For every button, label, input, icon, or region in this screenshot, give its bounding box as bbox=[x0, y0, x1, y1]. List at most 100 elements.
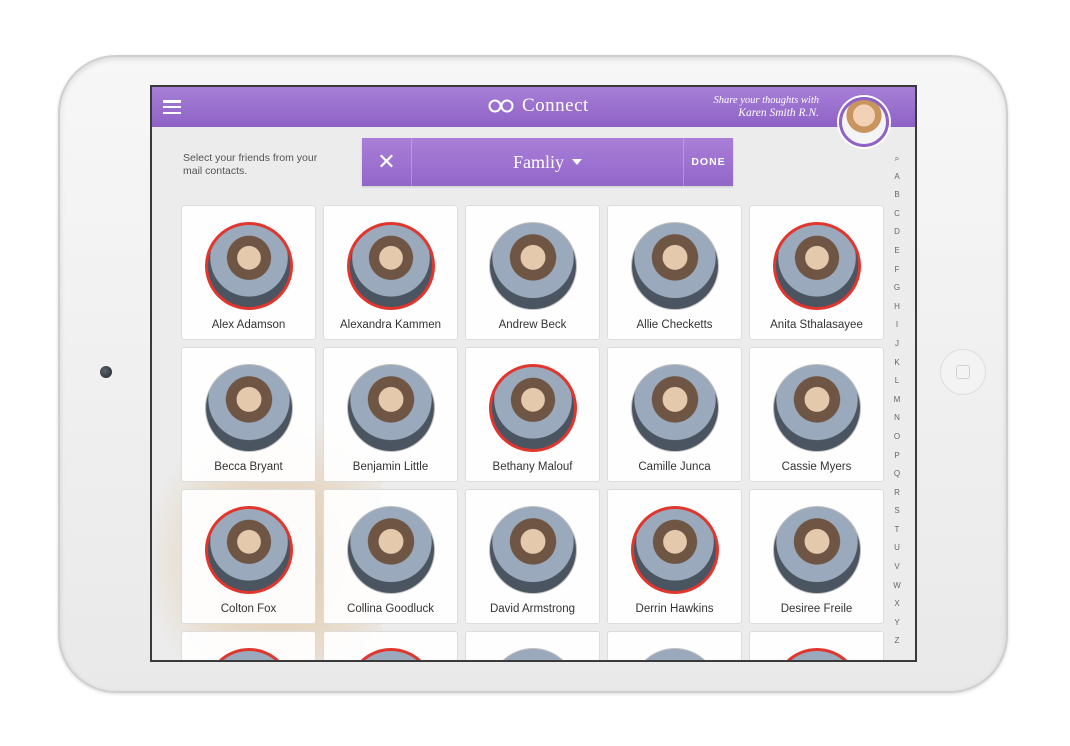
alpha-index-letter[interactable]: A bbox=[894, 168, 899, 187]
contact-card[interactable]: Alexandra Kammen bbox=[323, 205, 458, 340]
alpha-index-letter[interactable]: J bbox=[895, 335, 899, 354]
chevron-down-icon bbox=[572, 159, 582, 165]
contact-card[interactable]: Desiree Freile bbox=[749, 489, 884, 624]
contact-name: Cassie Myers bbox=[781, 461, 852, 473]
alpha-index-letter[interactable]: C bbox=[894, 205, 900, 224]
contact-name: Benjamin Little bbox=[352, 461, 429, 473]
contact-card[interactable]: Andrew Beck bbox=[465, 205, 600, 340]
alphabet-index: ⌕ ABCDEFGHIJKLMNOPQRSTUVWXYZ bbox=[891, 149, 903, 651]
contact-card[interactable]: Collina Goodluck bbox=[323, 489, 458, 624]
contact-photo bbox=[346, 506, 435, 594]
contact-card[interactable] bbox=[181, 631, 316, 660]
alpha-index-letter[interactable]: K bbox=[894, 354, 899, 373]
hamburger-icon bbox=[163, 100, 181, 114]
contact-photo bbox=[772, 648, 861, 660]
contact-name: Alexandra Kammen bbox=[340, 319, 441, 331]
contact-photo bbox=[630, 506, 719, 594]
share-thoughts-text[interactable]: Share your thoughts with Karen Smith R.N… bbox=[714, 94, 820, 120]
search-icon[interactable]: ⌕ bbox=[894, 149, 899, 168]
alpha-index-letter[interactable]: T bbox=[895, 521, 900, 540]
contact-card[interactable]: Benjamin Little bbox=[323, 347, 458, 482]
contact-photo bbox=[772, 222, 861, 310]
alpha-index-letter[interactable]: W bbox=[893, 577, 901, 596]
alpha-index-letter[interactable]: N bbox=[894, 409, 900, 428]
alpha-index-letter[interactable]: G bbox=[894, 279, 900, 298]
contact-photo bbox=[346, 364, 435, 452]
contact-card[interactable]: Camille Junca bbox=[607, 347, 742, 482]
contact-card[interactable]: Colton Fox bbox=[181, 489, 316, 624]
instructions-text: Select your friends from your mail conta… bbox=[183, 152, 318, 177]
alpha-index-letter[interactable]: B bbox=[894, 186, 899, 205]
contact-name: Desiree Freile bbox=[780, 603, 853, 615]
contact-photo bbox=[204, 364, 293, 452]
contacts-grid: Alex Adamson Alexandra Kammen Andrew Beck A… bbox=[181, 205, 884, 660]
alpha-index-letter[interactable]: F bbox=[895, 261, 900, 280]
home-button[interactable] bbox=[940, 349, 986, 395]
close-button[interactable]: ✕ bbox=[362, 138, 412, 186]
contact-photo bbox=[488, 364, 577, 452]
nurse-avatar[interactable] bbox=[839, 97, 889, 147]
contact-photo bbox=[204, 648, 293, 660]
alpha-index-letter[interactable]: R bbox=[894, 484, 900, 503]
contact-photo bbox=[488, 222, 577, 310]
group-dropdown[interactable]: Famliy bbox=[412, 152, 683, 173]
alpha-index-letter[interactable]: E bbox=[894, 242, 899, 261]
app-brand: Connect bbox=[488, 95, 589, 117]
contact-card[interactable]: David Armstrong bbox=[465, 489, 600, 624]
camera-icon bbox=[100, 366, 112, 378]
alpha-index-letter[interactable]: M bbox=[894, 391, 901, 410]
alpha-index-letter[interactable]: O bbox=[894, 428, 900, 447]
alpha-index-letter[interactable]: P bbox=[894, 447, 899, 466]
share-line-1: Share your thoughts with bbox=[713, 95, 820, 106]
contact-photo bbox=[630, 364, 719, 452]
contact-card[interactable]: Bethany Malouf bbox=[465, 347, 600, 482]
alpha-index-letter[interactable]: X bbox=[894, 595, 899, 614]
contact-name: Becca Bryant bbox=[214, 461, 283, 473]
contact-card[interactable]: Allie Checketts bbox=[607, 205, 742, 340]
top-bar: Connect Share your thoughts with Karen S… bbox=[152, 87, 915, 127]
contact-card[interactable] bbox=[323, 631, 458, 660]
infinity-logo-icon bbox=[488, 99, 514, 113]
alpha-index-letter[interactable]: H bbox=[894, 298, 900, 317]
alpha-index-letter[interactable]: Q bbox=[894, 465, 900, 484]
contact-name: Allie Checketts bbox=[636, 319, 713, 331]
contact-card[interactable] bbox=[749, 631, 884, 660]
contact-name: Bethany Malouf bbox=[492, 461, 573, 473]
contact-photo bbox=[630, 648, 719, 660]
app-screen: Connect Share your thoughts with Karen S… bbox=[150, 85, 917, 662]
app-title: Connect bbox=[522, 95, 589, 116]
group-selector-bar: ✕ Famliy DONE bbox=[362, 138, 733, 186]
contact-name: Alex Adamson bbox=[211, 319, 286, 331]
contact-name: Camille Junca bbox=[638, 461, 711, 473]
contact-photo bbox=[346, 222, 435, 310]
contact-card[interactable]: Alex Adamson bbox=[181, 205, 316, 340]
alpha-index-letter[interactable]: L bbox=[895, 372, 899, 391]
alpha-index-letter[interactable]: U bbox=[894, 539, 900, 558]
contact-card[interactable]: Anita Sthalasayee bbox=[749, 205, 884, 340]
contact-card[interactable] bbox=[607, 631, 742, 660]
contact-photo bbox=[488, 506, 577, 594]
done-button[interactable]: DONE bbox=[683, 138, 733, 186]
contact-card[interactable] bbox=[465, 631, 600, 660]
home-square-icon bbox=[956, 365, 970, 379]
alpha-index-letter[interactable]: Y bbox=[894, 614, 899, 633]
contact-photo bbox=[346, 648, 435, 660]
alpha-index-letter[interactable]: I bbox=[896, 316, 898, 335]
share-line-2: Karen Smith R.N. bbox=[738, 107, 819, 119]
contact-card[interactable]: Cassie Myers bbox=[749, 347, 884, 482]
contact-card[interactable]: Derrin Hawkins bbox=[607, 489, 742, 624]
contact-photo bbox=[630, 222, 719, 310]
alpha-index-letter[interactable]: D bbox=[894, 223, 900, 242]
contact-name: Derrin Hawkins bbox=[635, 603, 714, 615]
contact-name: Anita Sthalasayee bbox=[770, 319, 863, 331]
contact-photo bbox=[204, 506, 293, 594]
alpha-index-letter[interactable]: V bbox=[894, 558, 899, 577]
contact-name: David Armstrong bbox=[489, 603, 575, 615]
alpha-index-letter[interactable]: S bbox=[894, 502, 899, 521]
alpha-index-letter[interactable]: Z bbox=[895, 632, 900, 651]
contact-photo bbox=[772, 364, 861, 452]
contact-name: Andrew Beck bbox=[498, 319, 567, 331]
contact-card[interactable]: Becca Bryant bbox=[181, 347, 316, 482]
menu-button[interactable] bbox=[152, 87, 192, 127]
contact-name: Colton Fox bbox=[220, 603, 277, 615]
